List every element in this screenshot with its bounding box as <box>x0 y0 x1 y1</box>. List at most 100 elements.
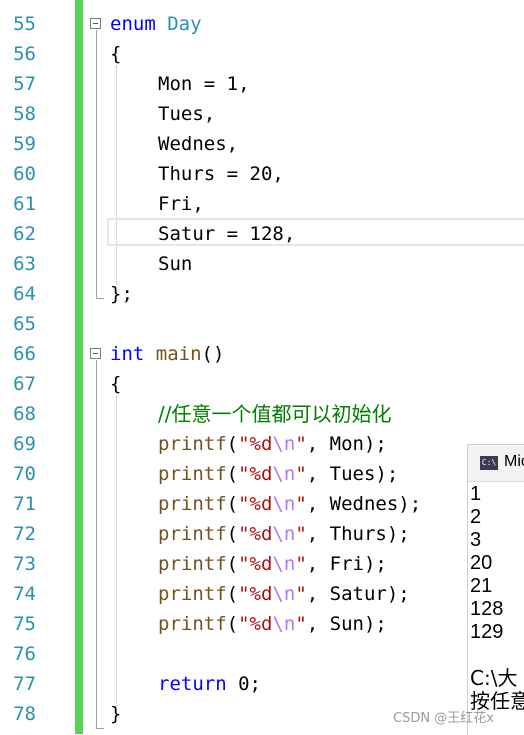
args: , Tues); <box>306 463 399 485</box>
code-line: Tues, <box>158 103 216 125</box>
console-title: Mic <box>504 453 524 470</box>
format-string: " <box>295 493 307 515</box>
code-line-printf: printf("%d\n", Sun); <box>158 609 387 639</box>
line-number: 66 <box>13 343 36 365</box>
format-string: "%d <box>238 493 273 515</box>
code-line-return: return 0; <box>158 669 261 699</box>
console-output-line: 129 <box>470 621 504 643</box>
escape-seq: \n <box>272 553 296 575</box>
console-output-line: 1 <box>470 483 482 505</box>
line-number: 73 <box>13 553 36 575</box>
keyword: return <box>158 673 227 695</box>
line-number: 65 <box>13 313 36 335</box>
line-number: 64 <box>13 283 36 305</box>
params: () <box>201 343 225 365</box>
paren: ( <box>226 433 239 455</box>
code-line: { <box>110 373 122 395</box>
console-titlebar[interactable]: C:\ Mic <box>468 445 524 482</box>
paren: ( <box>226 493 239 515</box>
format-string: "%d <box>238 463 273 485</box>
console-app-icon: C:\ <box>480 456 498 470</box>
args: , Fri); <box>306 553 387 575</box>
keyword: enum <box>110 13 156 35</box>
code-line-printf: printf("%d\n", Thurs); <box>158 519 410 549</box>
code-line: Sun <box>158 253 193 275</box>
format-string: "%d <box>238 553 273 575</box>
format-string: " <box>295 433 307 455</box>
code-line: Thurs = 20, <box>158 163 284 185</box>
args: , Satur); <box>306 583 410 605</box>
keyword: int <box>110 343 145 365</box>
paren: ( <box>226 613 239 635</box>
indent-guide <box>116 396 117 712</box>
format-string: " <box>295 553 307 575</box>
args: , Sun); <box>306 613 387 635</box>
escape-seq: \n <box>272 613 296 635</box>
function-name: printf <box>158 553 227 575</box>
args: , Mon); <box>306 433 387 455</box>
console-window[interactable]: C:\ Mic 1 2 3 20 21 128 129 C:\大 按任意 <box>467 444 524 735</box>
code-line-enum: enum Day <box>110 9 202 39</box>
escape-seq: \n <box>272 463 296 485</box>
indent-guide <box>116 66 117 284</box>
paren: ( <box>226 523 239 545</box>
format-string: " <box>295 463 307 485</box>
line-number: 55 <box>13 13 36 35</box>
code-line-printf: printf("%d\n", Satur); <box>158 579 410 609</box>
function-name: printf <box>158 463 227 485</box>
code-line-printf: printf("%d\n", Tues); <box>158 459 398 489</box>
function-name: printf <box>158 523 227 545</box>
escape-seq: \n <box>272 433 296 455</box>
line-number: 58 <box>13 103 36 125</box>
line-number: 70 <box>13 463 36 485</box>
line-number: 68 <box>13 403 36 425</box>
line-number: 63 <box>13 253 36 275</box>
code-comment: //任意一个值都可以初始化 <box>158 402 392 426</box>
console-output-line: 3 <box>470 529 482 551</box>
args: , Wednes); <box>306 493 422 515</box>
escape-seq: \n <box>272 523 296 545</box>
line-number: 72 <box>13 523 36 545</box>
code-line: } <box>110 703 122 725</box>
format-string: "%d <box>238 523 273 545</box>
code-line-printf: printf("%d\n", Wednes); <box>158 489 421 519</box>
function-name: printf <box>158 493 227 515</box>
fold-line <box>96 30 97 298</box>
line-number: 76 <box>13 643 36 665</box>
collapse-main-icon[interactable] <box>90 348 101 359</box>
paren: ( <box>226 583 239 605</box>
format-string: "%d <box>238 583 273 605</box>
line-number: 57 <box>13 73 36 95</box>
fold-end-marker <box>96 298 104 299</box>
console-output-line: 21 <box>470 575 493 597</box>
collapse-enum-icon[interactable] <box>90 18 101 29</box>
line-number: 78 <box>13 703 36 725</box>
escape-seq: \n <box>272 493 296 515</box>
format-string: "%d <box>238 613 273 635</box>
line-number: 77 <box>13 673 36 695</box>
code-line-main: int main() <box>110 339 224 369</box>
type-name: Day <box>167 13 202 35</box>
line-number: 67 <box>13 373 36 395</box>
line-number-gutter: 55 56 57 58 59 60 61 62 63 64 65 66 67 6… <box>0 0 44 734</box>
code-line: Fri, <box>158 193 204 215</box>
line-number: 75 <box>13 613 36 635</box>
line-number: 62 <box>13 223 36 245</box>
console-output-line: 20 <box>470 552 493 574</box>
code-line-printf: printf("%d\n", Mon); <box>158 429 387 459</box>
line-number: 60 <box>13 163 36 185</box>
console-prompt-path: C:\大 <box>470 666 518 690</box>
change-indicator-bar <box>75 0 83 734</box>
code-line: Satur = 128, <box>158 223 296 245</box>
code-editor[interactable]: 55 56 57 58 59 60 61 62 63 64 65 66 67 6… <box>0 0 524 734</box>
console-output-line: 128 <box>470 598 504 620</box>
function-name: printf <box>158 613 227 635</box>
code-line: Wednes, <box>158 133 239 155</box>
format-string: "%d <box>238 433 273 455</box>
code-line: { <box>110 43 122 65</box>
fold-end-marker <box>96 728 104 729</box>
code-line: }; <box>110 283 133 305</box>
watermark: CSDN @王红花x <box>393 711 494 726</box>
console-output-line: 2 <box>470 506 482 528</box>
line-number: 69 <box>13 433 36 455</box>
